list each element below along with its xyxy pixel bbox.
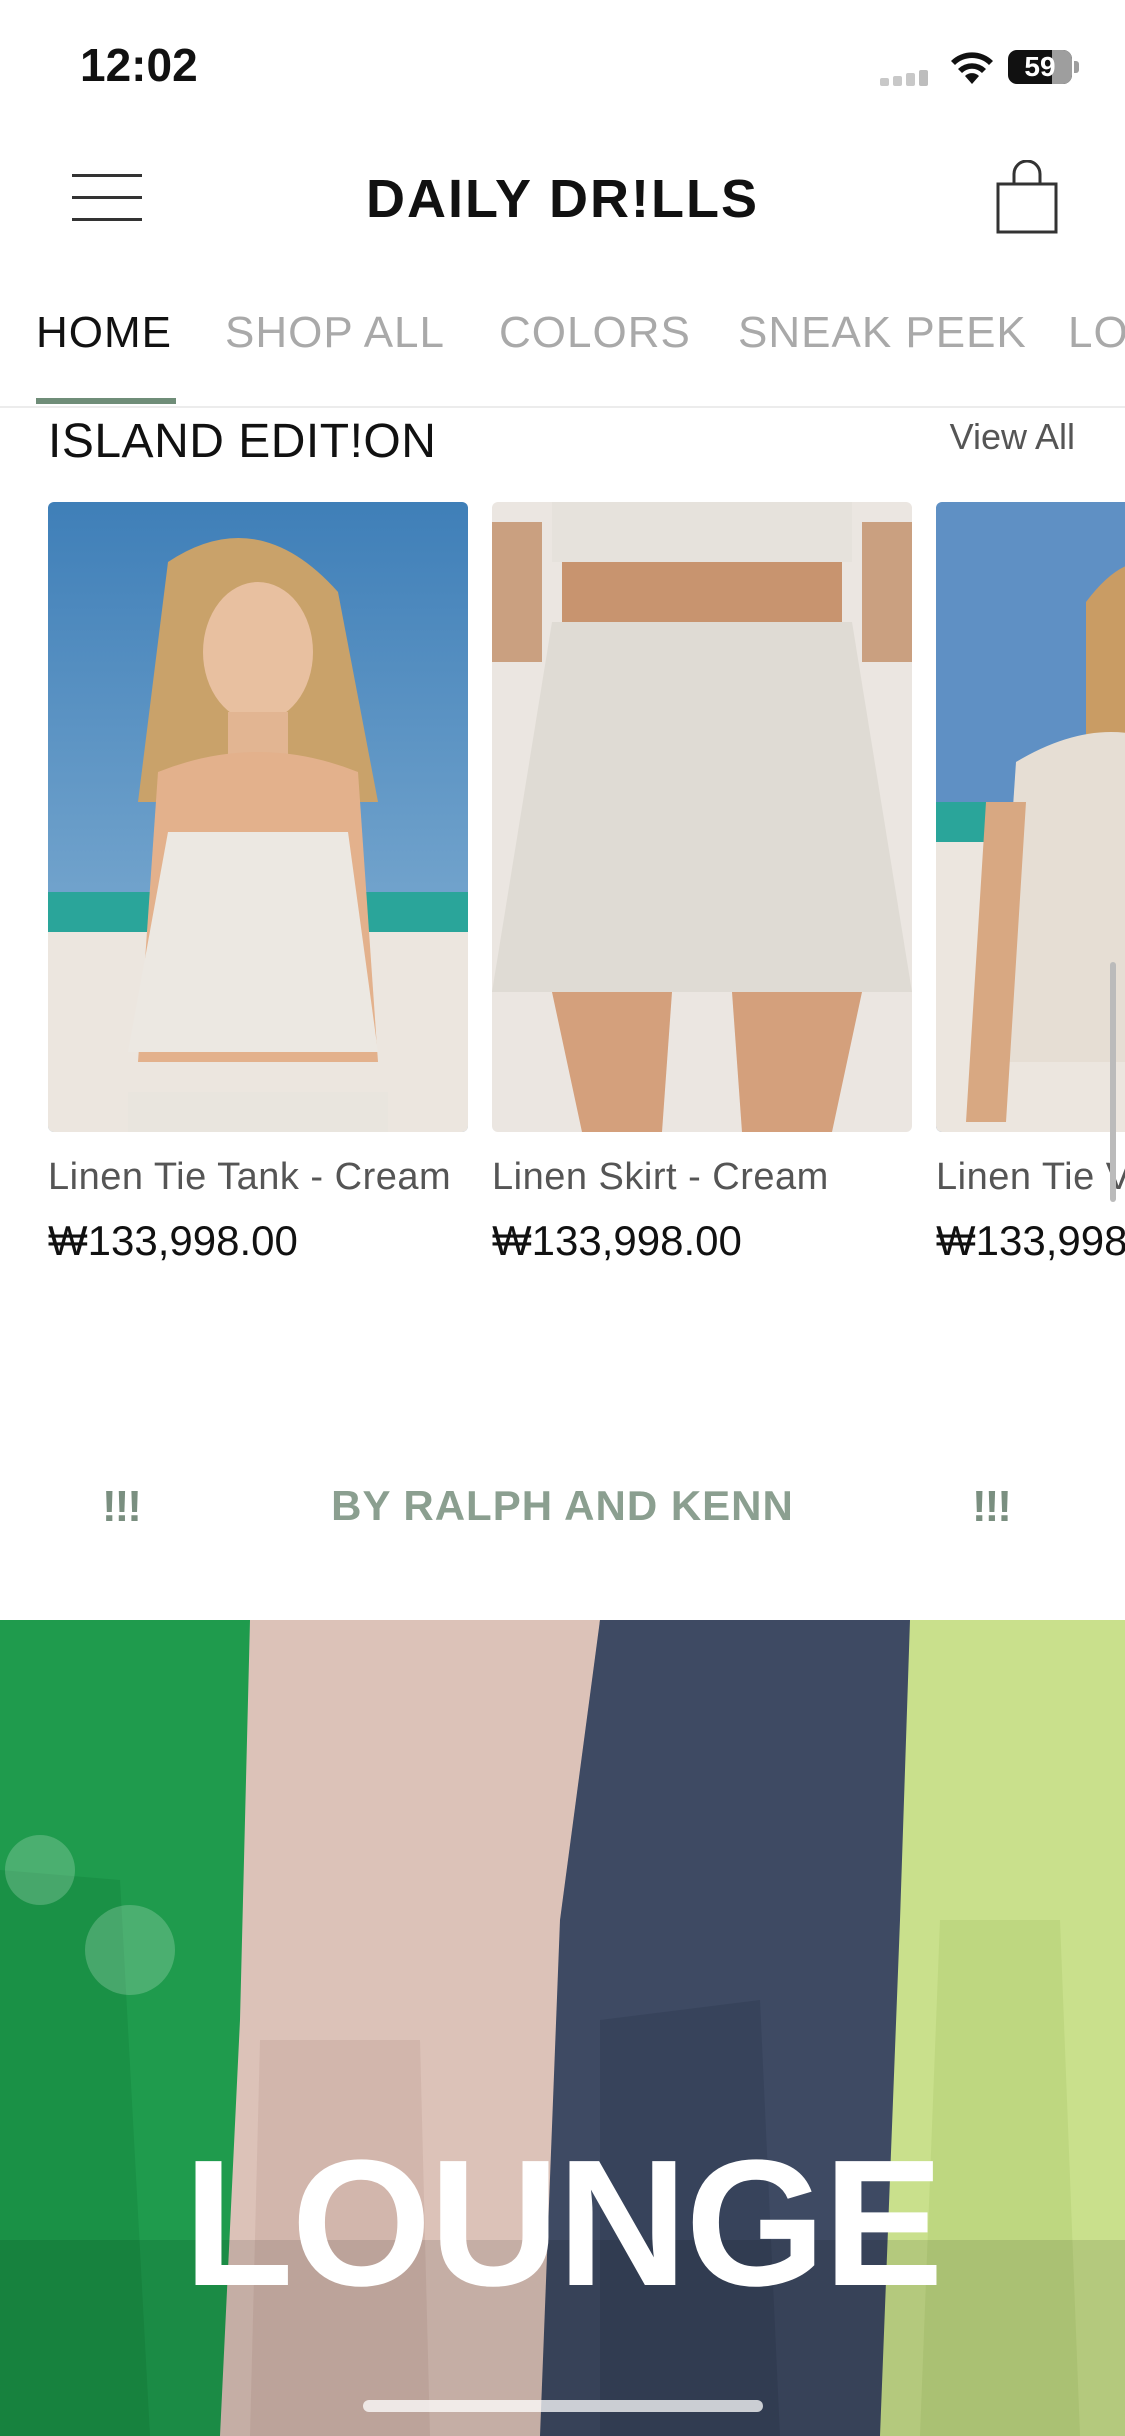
product-image[interactable] xyxy=(48,502,468,1132)
wifi-icon xyxy=(948,46,996,86)
section-title: ISLAND EDIT!ON xyxy=(48,415,437,468)
status-time: 12:02 xyxy=(80,39,198,91)
tab-sneak-peek[interactable]: SNEAK PEEK xyxy=(738,308,1027,358)
product-card[interactable]: Linen Skirt - Cream ₩133,998.00 xyxy=(492,502,912,1265)
banner-title: LOUNGE xyxy=(183,2123,943,2324)
product-name: Linen Tie Tank - Cream xyxy=(48,1156,452,1198)
battery-percentage: 59 xyxy=(1024,51,1056,82)
tab-home[interactable]: HOME xyxy=(36,308,172,358)
status-bar: 12:02 59 xyxy=(0,0,1125,140)
brand-marquee: !!! BY RALPH AND KENN !!! xyxy=(0,1440,1125,1580)
exclamation-mark-right: !!! xyxy=(972,1482,1012,1531)
category-tabs: HOME SHOP ALL COLORS SNEAK PEEK LO xyxy=(0,300,1125,408)
product-card[interactable]: Linen Tie V ₩133,998 xyxy=(936,502,1125,1265)
battery-icon: 59 xyxy=(1008,50,1079,84)
product-price: ₩133,998 xyxy=(936,1217,1125,1264)
product-image[interactable] xyxy=(936,502,1125,1132)
product-price: ₩133,998.00 xyxy=(492,1217,742,1264)
lounge-banner[interactable]: LOUNGE xyxy=(0,1620,1125,2436)
product-price: ₩133,998.00 xyxy=(48,1217,298,1264)
tab-colors[interactable]: COLORS xyxy=(499,308,691,358)
tab-shop-all[interactable]: SHOP ALL xyxy=(225,308,445,358)
section-header: ISLAND EDIT!ON View All xyxy=(0,406,1125,496)
cellular-signal-icon xyxy=(880,70,928,86)
shopping-bag-icon[interactable] xyxy=(992,159,1062,236)
view-all-link[interactable]: View All xyxy=(950,416,1075,458)
product-name: Linen Skirt - Cream xyxy=(492,1156,829,1198)
app-header: DAILY DR!LLS xyxy=(0,140,1125,260)
product-image[interactable] xyxy=(492,502,912,1132)
marquee-text: BY RALPH AND KENN xyxy=(331,1482,794,1529)
brand-logo[interactable]: DAILY DR!LLS xyxy=(0,168,1125,230)
tab-lounge[interactable]: LO xyxy=(1068,308,1125,358)
active-tab-indicator xyxy=(36,398,176,404)
home-indicator[interactable] xyxy=(363,2400,763,2412)
product-card[interactable]: Linen Tie Tank - Cream ₩133,998.00 xyxy=(48,502,468,1265)
product-carousel[interactable]: Linen Tie Tank - Cream ₩133,998.00 Linen… xyxy=(0,502,1125,1302)
scrollbar[interactable] xyxy=(1110,962,1116,1202)
product-name: Linen Tie V xyxy=(936,1156,1125,1198)
